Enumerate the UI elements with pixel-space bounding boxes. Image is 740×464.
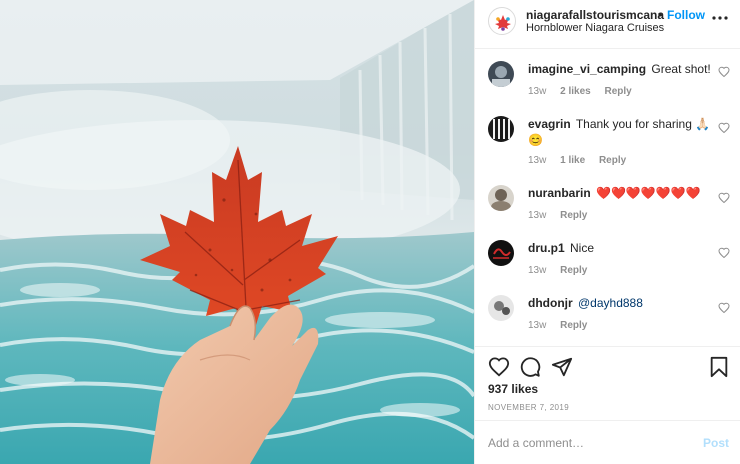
comment-mention-link[interactable]: @dayhd888 — [578, 296, 643, 310]
reply-button[interactable]: Reply — [560, 320, 587, 331]
add-comment-input[interactable] — [488, 433, 688, 453]
commenter-avatar[interactable] — [488, 185, 514, 211]
commenter-avatar[interactable] — [488, 61, 514, 87]
account-avatar[interactable] — [488, 7, 516, 35]
likes-count[interactable]: 937 likes — [488, 382, 538, 396]
reply-button[interactable]: Reply — [560, 265, 587, 276]
comment-username[interactable]: dru.p1 — [528, 241, 565, 255]
location-link[interactable]: Hornblower Niagara Cruises — [526, 22, 664, 34]
post-actions-bar: 937 likes NOVEMBER 7, 2019 — [475, 346, 740, 420]
comment-text: Great shot! — [651, 62, 711, 76]
separator-dot: • — [658, 8, 663, 22]
account-username[interactable]: niagarafallstourismcana — [526, 8, 664, 22]
comment-text: Nice — [570, 241, 595, 255]
commenter-avatar[interactable] — [488, 116, 514, 142]
post-photo[interactable] — [0, 0, 474, 464]
commenter-avatar[interactable] — [488, 295, 514, 321]
comment-meta: 13w Reply — [528, 265, 598, 276]
comments-list[interactable]: imagine_vi_camping Great shot! 13w 2 lik… — [475, 50, 740, 346]
comment-age[interactable]: 13w — [528, 210, 546, 221]
comment-username[interactable]: dhdonjr — [528, 296, 573, 310]
comment-item: dru.p1 Nice 13w Reply — [475, 239, 740, 289]
comment-likes[interactable]: 1 like — [560, 155, 585, 166]
comment-age[interactable]: 13w — [528, 86, 546, 97]
comment-item: dhdonjr @dayhd888 13w Reply — [475, 294, 740, 344]
comment-age[interactable]: 13w — [528, 320, 546, 331]
comment-age[interactable]: 13w — [528, 155, 546, 166]
like-comment-heart-icon[interactable] — [718, 66, 730, 78]
like-comment-heart-icon[interactable] — [718, 122, 730, 134]
comment-text: ❤️❤️❤️❤️❤️❤️❤️ — [596, 186, 701, 200]
reply-button[interactable]: Reply — [605, 86, 632, 97]
like-comment-heart-icon[interactable] — [718, 302, 730, 314]
add-comment-bar: Post — [475, 420, 740, 464]
comment-meta: 13w 2 likes Reply — [528, 86, 643, 97]
share-icon[interactable] — [551, 356, 573, 378]
reply-button[interactable]: Reply — [560, 210, 587, 221]
post-side-panel: niagarafallstourismcana • Follow Hornblo… — [474, 0, 740, 464]
comment-meta: 13w Reply — [528, 320, 598, 331]
comment-username[interactable]: imagine_vi_camping — [528, 62, 646, 76]
post-header: niagarafallstourismcana • Follow Hornblo… — [475, 0, 740, 49]
post-date[interactable]: NOVEMBER 7, 2019 — [488, 403, 569, 412]
heart-icon[interactable] — [488, 356, 510, 378]
comment-username[interactable]: nuranbarin — [528, 186, 591, 200]
commenter-avatar[interactable] — [488, 240, 514, 266]
comment-meta: 13w 1 like Reply — [528, 155, 637, 166]
comment-likes[interactable]: 2 likes — [560, 86, 591, 97]
comment-item: evagrin Thank you for sharing 🙏🏻 😊 13w 1… — [475, 116, 740, 178]
comment-meta: 13w Reply — [528, 210, 598, 221]
comment-item: imagine_vi_camping Great shot! 13w 2 lik… — [475, 60, 740, 110]
bookmark-icon[interactable] — [708, 356, 730, 378]
comment-username[interactable]: evagrin — [528, 117, 571, 131]
follow-button[interactable]: Follow — [667, 8, 705, 22]
comment-icon[interactable] — [519, 356, 541, 378]
like-comment-heart-icon[interactable] — [718, 192, 730, 204]
comment-item: nuranbarin ❤️❤️❤️❤️❤️❤️❤️ 13w Reply — [475, 184, 740, 234]
post-comment-button[interactable]: Post — [703, 436, 729, 450]
like-comment-heart-icon[interactable] — [718, 247, 730, 259]
maple-logo-icon — [495, 15, 511, 31]
more-options-icon[interactable] — [711, 11, 729, 25]
comment-age[interactable]: 13w — [528, 265, 546, 276]
reply-button[interactable]: Reply — [599, 155, 626, 166]
